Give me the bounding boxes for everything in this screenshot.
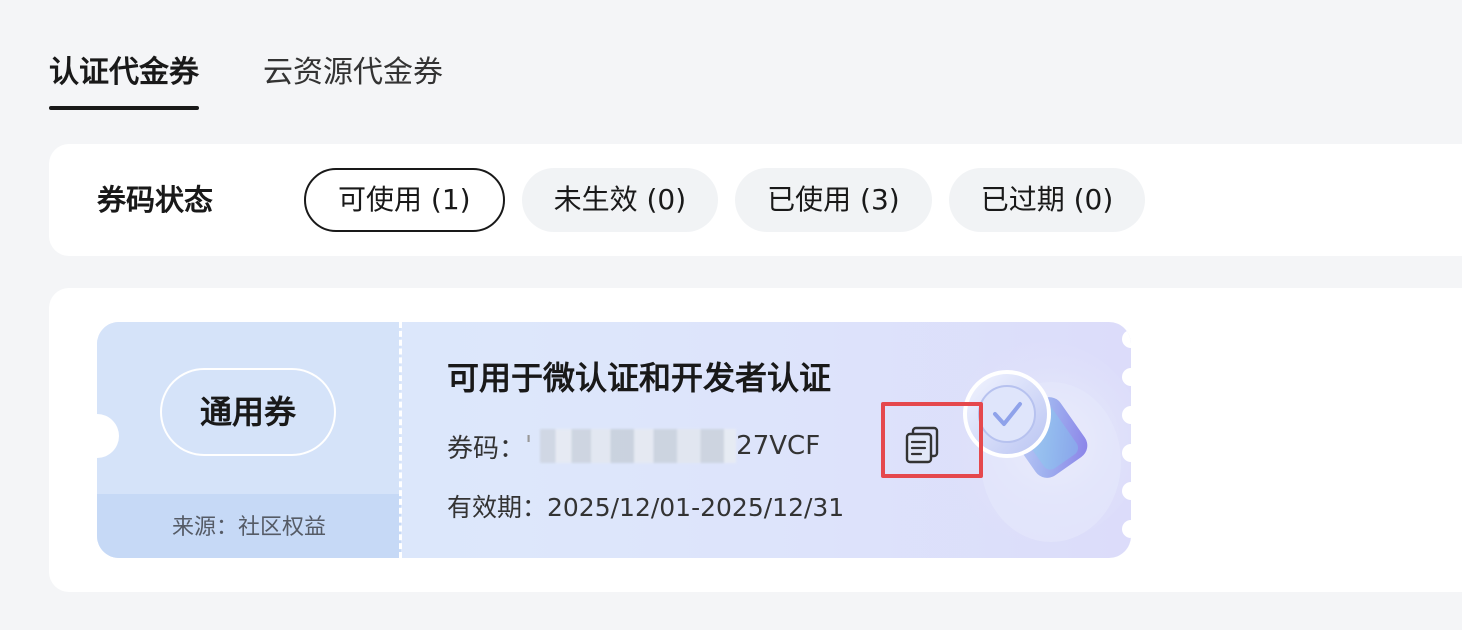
coupon-source: 来源：社区权益 (171, 515, 326, 540)
chip-used[interactable]: 已使用 (3) (735, 168, 932, 232)
coupon-validity: 有效期：2025/12/01-2025/12/31 (447, 493, 845, 522)
copy-icon (905, 426, 939, 464)
voucher-tabs: 认证代金券 云资源代金券 (49, 50, 443, 112)
status-filter-label: 券码状态 (97, 183, 214, 217)
coupon-type-badge: 通用券 (160, 368, 336, 456)
coupon-stub: 通用券 来源：社区权益 (97, 322, 401, 558)
coupon-code-prefix: ' (525, 431, 533, 461)
copy-code-button[interactable] (881, 402, 983, 478)
status-filter-card: 券码状态 可使用 (1) 未生效 (0) 已使用 (3) 已过期 (0) (49, 144, 1462, 256)
chip-not-effective[interactable]: 未生效 (0) (521, 168, 719, 232)
status-filter-chips: 可使用 (1) 未生效 (0) 已使用 (3) 已过期 (0) (304, 168, 1162, 232)
coupon-code-masked (540, 429, 737, 463)
coupon-code-tail: 27VCF (736, 431, 821, 461)
coupon-code-row: 券码： ' 27VCF (447, 424, 820, 468)
chip-expired[interactable]: 已过期 (0) (948, 168, 1146, 232)
coupon-list-card: 通用券 来源：社区权益 可用于微认证和开发者认证 券码： ' 27VCF 有效期… (49, 288, 1462, 592)
chip-available[interactable]: 可使用 (1) (304, 168, 505, 232)
coupon-title: 可用于微认证和开发者认证 (447, 359, 832, 397)
tab-cloud-resource-voucher[interactable]: 云资源代金券 (263, 50, 443, 96)
coupon-code-label: 券码： (447, 433, 526, 464)
coupon-perforation (399, 322, 402, 558)
tab-certification-voucher[interactable]: 认证代金券 (49, 50, 199, 110)
coupon-card: 通用券 来源：社区权益 可用于微认证和开发者认证 券码： ' 27VCF 有效期… (97, 322, 1131, 558)
